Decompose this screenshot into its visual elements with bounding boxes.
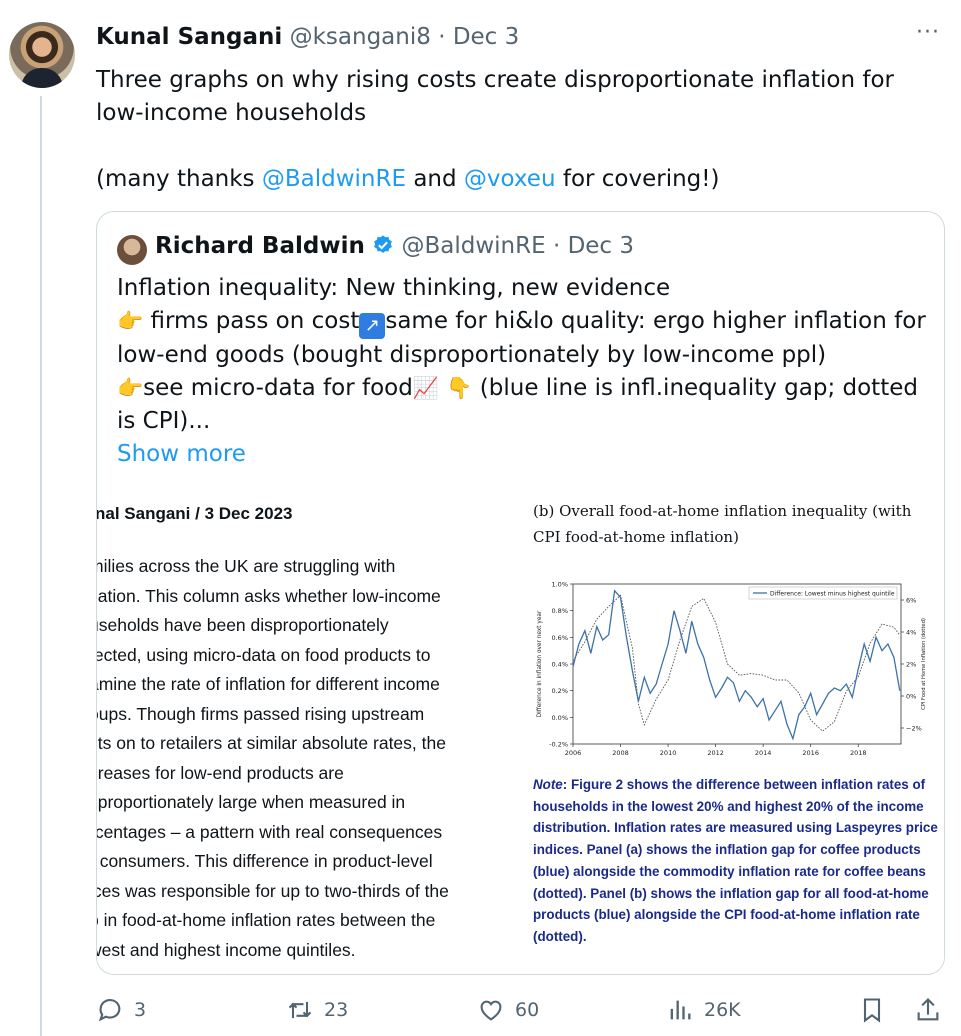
quoted-tweet[interactable]: Richard Baldwin @BaldwinRE · Dec 3 Infla… — [96, 211, 945, 975]
verified-badge-icon — [374, 235, 393, 253]
article-line: amine the rate of inflation for differen… — [97, 674, 440, 694]
y-tick-label: 0.4% — [551, 661, 568, 669]
bookmark-icon — [863, 998, 881, 1023]
tweet-line: Three graphs on why rising costs create … — [96, 67, 895, 126]
y-tick-label: -0.2% — [549, 741, 568, 749]
author-name[interactable]: Kunal Sangani — [96, 24, 282, 50]
quote-date: Dec 3 — [567, 233, 635, 259]
views-count: 26K — [704, 999, 741, 1021]
heart-icon — [480, 1000, 502, 1021]
y-right-tick-label: 0% — [906, 693, 916, 701]
thread-line — [40, 96, 42, 1036]
y-axis-label: Difference in inflation over next year — [537, 610, 543, 717]
x-tick-label: 2018 — [850, 749, 867, 757]
article-line: oups. Though firms passed rising upstrea… — [97, 703, 425, 724]
reply-button[interactable]: 3 — [96, 996, 146, 1024]
mention-voxeu[interactable]: @voxeu — [464, 166, 556, 192]
bookmark-button[interactable] — [858, 996, 896, 1024]
x-tick-label: 2014 — [755, 749, 772, 757]
article-line: milies across the UK are struggling with — [97, 556, 396, 576]
point-down-emoji: 👇 — [446, 376, 473, 400]
article-line: west and highest income quintiles. — [97, 939, 356, 960]
x-tick-label: 2006 — [565, 749, 582, 757]
cpi-dotted-line — [572, 594, 901, 732]
like-button[interactable]: 60 — [477, 996, 539, 1024]
retweet-icon — [288, 1001, 312, 1019]
mention-baldwinre[interactable]: @BaldwinRE — [262, 166, 406, 192]
y-right-tick-label: 4% — [906, 629, 916, 637]
article-byline: nal Sangani / 3 Dec 2023 — [97, 504, 293, 523]
figure-note: Note: Figure 2 shows the difference betw… — [533, 777, 938, 944]
quote-author-handle: @BaldwinRE — [401, 233, 546, 259]
quote-media-image[interactable]: nal Sangani / 3 Dec 2023 milies across t… — [97, 490, 944, 974]
tweet-text: Three graphs on why rising costs create … — [96, 64, 946, 196]
action-bar: 3 23 60 26K — [0, 996, 961, 1030]
article-line: ices was responsible for up to two-third… — [97, 880, 449, 901]
tweet-thanks: (many thanks @BaldwinRE and @voxeu for c… — [96, 166, 720, 192]
y-tick-label: 1.0% — [551, 581, 568, 589]
y-right-tick-label: 2% — [906, 661, 916, 669]
article-body: milies across the UK are struggling with… — [97, 552, 521, 965]
article-line: useholds have been disproportionately — [97, 615, 389, 635]
x-tick-label: 2012 — [707, 749, 724, 757]
quote-author-name: Richard Baldwin — [155, 233, 365, 259]
article-line: fected, using micro-data on food product… — [97, 644, 431, 665]
show-more-link[interactable]: Show more — [117, 438, 932, 471]
reply-icon — [98, 998, 121, 1022]
quote-header: Richard Baldwin @BaldwinRE · Dec 3 — [155, 233, 635, 259]
author-handle[interactable]: @ksangani8 — [290, 24, 431, 50]
arrow-up-right-icon: ↗ — [359, 313, 386, 339]
article-line: r consumers. This difference in product-… — [97, 851, 433, 871]
legend-label: Difference: Lowest minus highest quintil… — [770, 591, 895, 598]
like-count: 60 — [515, 999, 540, 1021]
chart-emoji: 📈 — [412, 376, 439, 400]
quote-avatar — [117, 235, 147, 265]
point-right-emoji: 👉 — [117, 376, 144, 400]
y-tick-label: 0.0% — [551, 714, 568, 722]
y-tick-label: 0.6% — [551, 634, 568, 642]
share-button[interactable] — [914, 996, 952, 1024]
article-line: creases for low-end products are — [97, 762, 344, 783]
quote-text: Inflation inequality: New thinking, new … — [117, 272, 932, 471]
x-tick-label: 2010 — [660, 749, 677, 757]
x-tick-label: 2008 — [612, 749, 629, 757]
y-right-tick-label: −2% — [906, 725, 922, 733]
tweet-header: Kunal Sangani @ksangani8 · Dec 3 — [96, 24, 520, 50]
x-tick-label: 2016 — [802, 749, 819, 757]
views-button[interactable]: 26K — [666, 996, 741, 1024]
y-right-axis-label: CPI Food at Home Inflation (dotted) — [921, 618, 927, 710]
reply-count: 3 — [134, 999, 147, 1021]
article-line: rcentages – a pattern with real conseque… — [97, 821, 443, 842]
inequality-gap-line — [572, 589, 901, 741]
figure-title: (b) Overall food-at-home inflation inequ… — [533, 502, 912, 546]
views-chart-icon — [670, 1000, 691, 1020]
article-line: flation. This column asks whether low-in… — [97, 585, 441, 606]
y-right-tick-label: 6% — [906, 597, 916, 605]
article-line: p in food-at-home inflation rates betwee… — [97, 910, 436, 930]
article-line: sts on to retailers at similar absolute … — [97, 733, 446, 753]
author-avatar[interactable] — [9, 22, 75, 88]
tweet-date[interactable]: Dec 3 — [453, 24, 519, 50]
share-icon — [917, 998, 939, 1021]
inflation-chart: -0.2% 0.0% 0.2% 0.4% 0.6% 0.8% 1.0% −2% 0% 2% 4% 6%… — [537, 581, 927, 758]
y-tick-label: 0.2% — [551, 687, 568, 695]
y-tick-label: 0.8% — [551, 607, 568, 615]
point-right-emoji: 👉 — [117, 309, 144, 333]
retweet-count: 23 — [324, 999, 349, 1021]
article-line: sproportionately large when measured in — [97, 792, 406, 812]
more-options-icon[interactable]: ··· — [916, 20, 940, 45]
retweet-button[interactable]: 23 — [286, 996, 348, 1024]
